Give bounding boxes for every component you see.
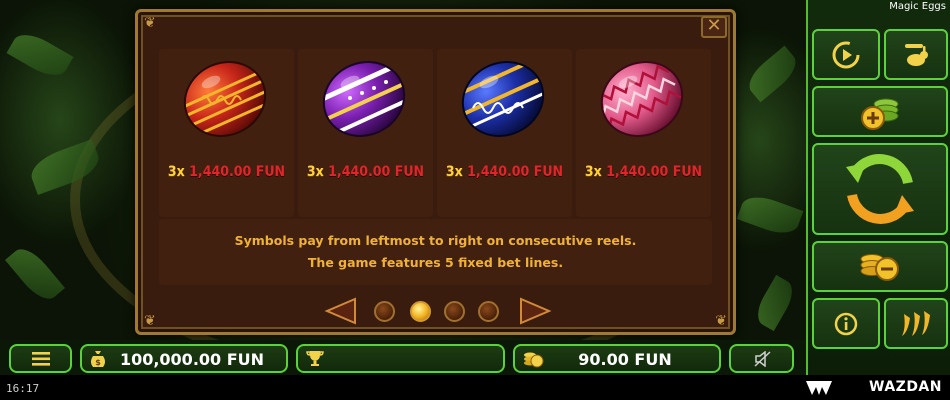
- payout-amount: 1,440.00 FUN: [328, 164, 425, 180]
- balance-value: 100,000.00 FUN: [119, 350, 265, 369]
- win-display: [296, 344, 505, 373]
- close-button[interactable]: ✕: [701, 16, 727, 38]
- autoplay-button[interactable]: [812, 29, 880, 80]
- payout-amount: 1,440.00 FUN: [606, 164, 703, 180]
- blue-egg-icon: [459, 60, 547, 137]
- page-dot[interactable]: [478, 301, 499, 322]
- volatility-button[interactable]: [884, 298, 948, 349]
- spin-icon: [846, 154, 914, 224]
- payout-amount: 1,440.00 FUN: [189, 164, 286, 180]
- payout-multiplier: 3x: [306, 164, 324, 180]
- payout-multiplier: 3x: [584, 164, 602, 180]
- background-leaf: [742, 45, 803, 103]
- background-leaf: [6, 27, 74, 83]
- symbol-cards: 3x 1,440.00 FUN 3x 1,440.00 FUN 3x 1,440…: [159, 49, 712, 217]
- volatility-chili-icon: [902, 310, 930, 336]
- pink-pattern-egg-icon: [598, 61, 684, 137]
- close-icon: ✕: [706, 15, 722, 36]
- status-bar: 16:17 WAZDAN: [0, 375, 950, 400]
- decrease-bet-icon: [860, 253, 899, 281]
- trophy-icon: [306, 351, 324, 366]
- background-leaf: [4, 242, 66, 306]
- payout-multiplier: 3x: [445, 164, 463, 180]
- page-dot-active[interactable]: [410, 301, 431, 322]
- sound-muted-icon: [754, 351, 771, 367]
- add-credits-button[interactable]: [812, 86, 948, 137]
- payout-amount: 1,440.00 FUN: [467, 164, 564, 180]
- bet-value: 90.00 FUN: [578, 350, 672, 369]
- red-gold-egg-icon: [181, 61, 269, 138]
- payout-label: 3x 1,440.00 FUN: [159, 164, 294, 180]
- rules-box: Symbols pay from leftmost to right on co…: [159, 219, 712, 285]
- previous-page-arrow-icon[interactable]: [324, 297, 358, 325]
- sound-toggle[interactable]: [729, 344, 794, 373]
- autoplay-icon: [832, 41, 860, 68]
- speed-rabbit-icon: [905, 43, 928, 66]
- payout-multiplier: 3x: [167, 164, 185, 180]
- bottom-bar: $ 100,000.00 FUN 90.00 FUN: [0, 340, 806, 375]
- payout-label: 3x 1,440.00 FUN: [437, 164, 572, 180]
- background-leaf: [751, 274, 799, 332]
- bet-display[interactable]: 90.00 FUN: [513, 344, 721, 373]
- wazdan-logo-icon: [806, 381, 832, 395]
- speed-button[interactable]: [884, 29, 948, 80]
- menu-button[interactable]: [9, 344, 72, 373]
- symbol-card: 3x 1,440.00 FUN: [298, 49, 433, 217]
- symbol-card: 3x 1,440.00 FUN: [576, 49, 711, 217]
- paytable-panel: ❦ ❦ ❦ ✕ 3x 1,440.00 FUN 3x 1,440.00 FUN …: [135, 9, 736, 335]
- page-dot[interactable]: [444, 301, 465, 322]
- symbol-card: 3x 1,440.00 FUN: [437, 49, 572, 217]
- info-icon: [834, 312, 858, 335]
- purple-egg-icon: [320, 60, 408, 138]
- balance-display: $ 100,000.00 FUN: [80, 344, 288, 373]
- decrease-bet-button[interactable]: [812, 241, 948, 292]
- add-credits-icon: [861, 98, 899, 130]
- symbol-card: 3x 1,440.00 FUN: [159, 49, 294, 217]
- corner-ornament: ❦: [144, 313, 156, 329]
- page-navigation: [324, 295, 554, 325]
- brand-name: WAZDAN: [869, 379, 942, 395]
- next-page-arrow-icon[interactable]: [518, 297, 552, 325]
- control-sidebar: Magic Eggs: [806, 0, 950, 375]
- payout-label: 3x 1,440.00 FUN: [298, 164, 433, 180]
- payout-label: 3x 1,440.00 FUN: [576, 164, 711, 180]
- info-button[interactable]: [812, 298, 880, 349]
- hamburger-icon: [32, 352, 50, 366]
- corner-ornament: ❦: [144, 15, 156, 31]
- background-leaf: [736, 190, 804, 240]
- rules-line: The game features 5 fixed bet lines.: [307, 255, 564, 270]
- game-title: Magic Eggs: [889, 1, 946, 12]
- spin-button[interactable]: [812, 143, 948, 235]
- clock: 16:17: [6, 382, 40, 395]
- rules-line: Symbols pay from leftmost to right on co…: [234, 233, 637, 248]
- corner-ornament: ❦: [715, 313, 727, 329]
- page-dot[interactable]: [374, 301, 395, 322]
